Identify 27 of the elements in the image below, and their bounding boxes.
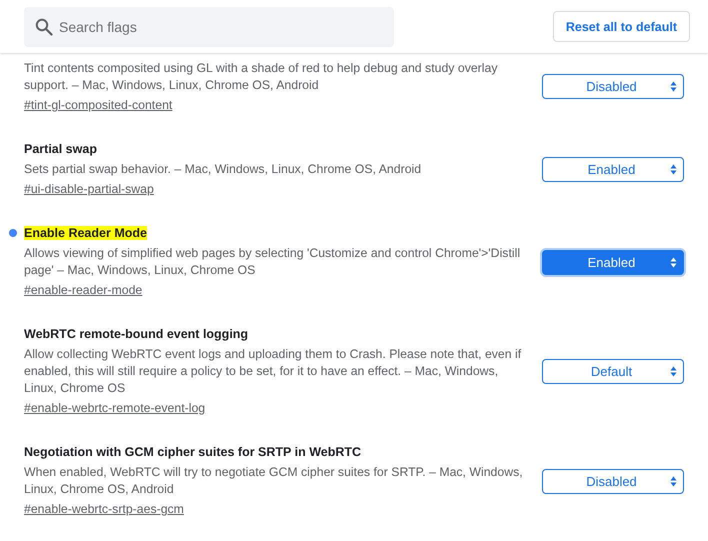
flag-description: Allows viewing of simplified web pages by selecting 'Customize and control Chrome'>'Distill page' – Mac, Windows, Linux, Chrome OS bbox=[24, 245, 522, 279]
flag-link[interactable]: #enable-webrtc-srtp-aes-gcm bbox=[24, 502, 184, 516]
flag-title: Negotiation with GCM cipher suites for SRTP in WebRTC bbox=[24, 445, 362, 459]
flag-link[interactable]: #enable-reader-mode bbox=[24, 283, 142, 297]
flag-dropdown[interactable]: Enabled bbox=[542, 250, 684, 274]
flag-title: Partial swap bbox=[24, 142, 97, 156]
flag-title: WebRTC remote-bound event logging bbox=[24, 327, 248, 341]
caret-icon bbox=[670, 366, 677, 377]
flag-dropdown[interactable]: Disabled bbox=[542, 468, 684, 494]
flag-description: Allow collecting WebRTC event logs and uploading them to Crash. Please note that, even if enabled, this will still require a policy to be set, for it to have an effect. – Mac, Windows, Linux, Chrome OS bbox=[24, 346, 522, 397]
caret-icon bbox=[670, 164, 677, 175]
flag-dropdown[interactable]: Default bbox=[542, 359, 684, 384]
flag-link[interactable]: #ui-disable-partial-swap bbox=[24, 182, 154, 196]
flag-link[interactable]: #enable-webrtc-remote-event-log bbox=[24, 401, 206, 415]
flag-dropdown[interactable]: Enabled bbox=[542, 157, 684, 182]
search-icon bbox=[35, 18, 53, 36]
flag-link[interactable]: #tint-gl-composited-content bbox=[24, 98, 172, 112]
reset-all-button[interactable]: Reset all to default bbox=[552, 11, 690, 42]
flag-title: Enable Reader Mode bbox=[24, 226, 147, 240]
caret-icon bbox=[670, 81, 677, 92]
flag-description: Sets partial swap behavior. – Mac, Windows, Linux, Chrome OS, Android bbox=[24, 161, 422, 178]
flag-description: Tint contents composited using GL with a shade of red to help debug and study overlay support. – Mac, Windows, Linux, Chrome OS, Android bbox=[24, 60, 498, 94]
caret-icon bbox=[670, 476, 677, 486]
flag-dropdown[interactable]: Disabled bbox=[542, 74, 684, 99]
caret-icon bbox=[670, 256, 677, 268]
search-field[interactable]: Search flags bbox=[24, 6, 394, 46]
flag-description: When enabled, WebRTC will try to negotiate GCM cipher suites for SRTP. – Mac, Windows, Linux, Chrome OS, Android bbox=[24, 464, 524, 498]
